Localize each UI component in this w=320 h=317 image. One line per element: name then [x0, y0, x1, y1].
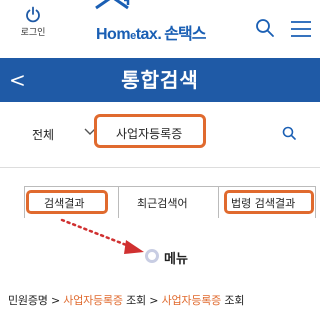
login-label: 로그인 — [20, 28, 46, 38]
dotted-arrow — [60, 218, 144, 254]
hamburger-menu-icon[interactable] — [290, 20, 312, 38]
title-bar: < 통합검색 — [0, 58, 320, 102]
search-icon[interactable] — [255, 18, 275, 38]
tab-divider — [118, 186, 119, 218]
menu-heading: 메뉴 — [164, 252, 188, 267]
house-icon — [95, 0, 130, 10]
tab-divider — [218, 186, 219, 218]
logo-korean: 손택스 — [164, 24, 206, 43]
search-submit-icon[interactable] — [282, 126, 296, 140]
logo-english: Hometax. — [96, 26, 162, 43]
search-input[interactable]: 사업자등록증 — [116, 125, 182, 142]
search-scope-select[interactable]: 전체 — [32, 126, 54, 143]
breadcrumb[interactable]: 민원증명 > 사업자등록증 조회 > 사업자등록증 조회 — [8, 292, 244, 308]
page-title: 통합검색 — [121, 68, 199, 92]
login-button[interactable]: 로그인 — [18, 6, 48, 38]
tab-search-results[interactable]: 검색결과 — [44, 195, 84, 211]
tab-law-results[interactable]: 법령 검색결과 — [231, 195, 295, 211]
hometax-logo[interactable]: Hometax. 손택스 — [95, 0, 206, 44]
top-header: 로그인 Hometax. 손택스 — [0, 0, 320, 58]
result-tabs: 검색결과 최근검색어 법령 검색결과 — [0, 168, 320, 218]
search-row: 전체 사업자등록증 — [0, 102, 320, 168]
power-icon — [26, 6, 40, 23]
tab-recent-searches[interactable]: 최근검색어 — [137, 195, 188, 211]
menu-bullet-icon — [145, 249, 159, 263]
